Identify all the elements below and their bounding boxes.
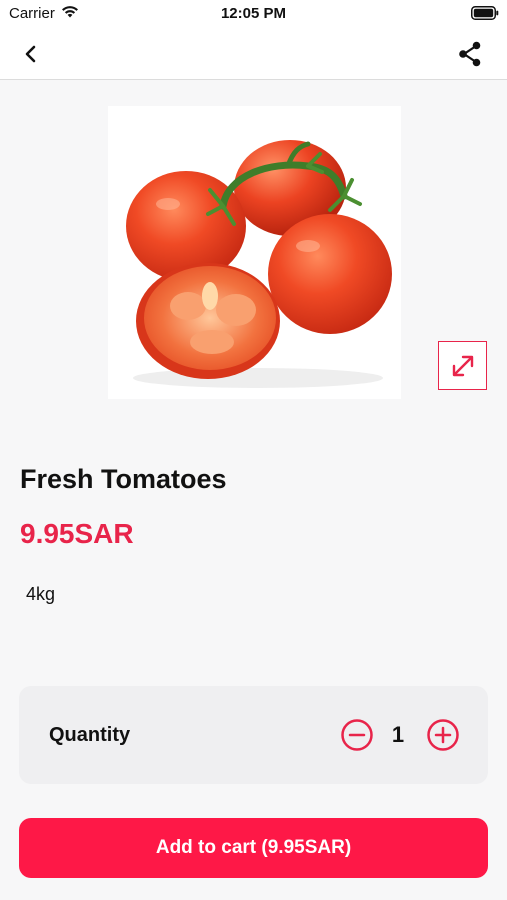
nav-bar [0,30,507,80]
plus-circle-icon [427,719,459,751]
add-to-cart-button[interactable]: Add to cart (9.95SAR) [19,818,488,878]
quantity-value: 1 [391,722,405,747]
back-button[interactable] [18,41,44,67]
decrease-quantity-button[interactable] [340,718,374,752]
expand-image-button[interactable] [438,341,487,390]
battery-icon [471,6,499,24]
product-title: Fresh Tomatoes [20,464,227,494]
share-button[interactable] [455,39,485,69]
product-detail-screen: Carrier 12:05 PM Fresh Tomatoes 9.95SAR … [0,0,507,900]
product-price: 9.95SAR [20,518,134,549]
status-time: 12:05 PM [220,5,287,22]
quantity-card: Quantity 1 [19,686,488,784]
increase-quantity-button[interactable] [426,718,460,752]
product-image[interactable] [108,106,401,399]
chevron-left-icon [25,45,36,63]
product-weight: 4kg [26,584,56,604]
expand-arrows-icon [452,355,473,376]
share-icon [459,41,481,67]
status-bar: Carrier 12:05 PM [0,0,507,30]
tomatoes-illustration [126,140,392,388]
quantity-label: Quantity [49,724,131,746]
minus-circle-icon [341,719,373,751]
